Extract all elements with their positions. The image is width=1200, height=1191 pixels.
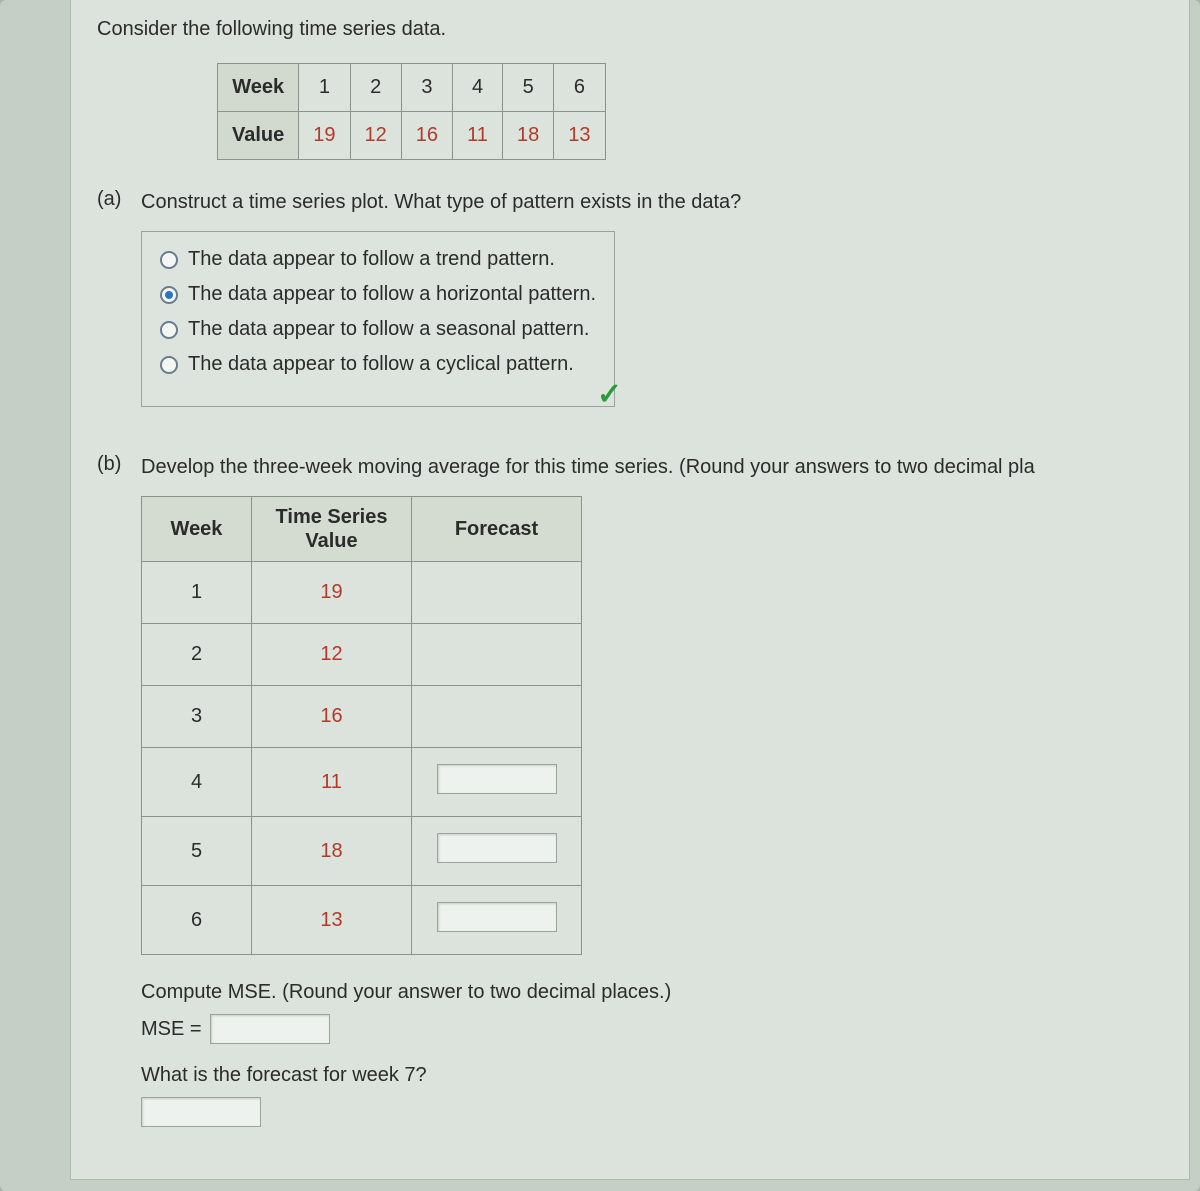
forecast-table: Week Time SeriesValue Forecast 1 19 2 12	[141, 496, 582, 955]
data-table-week-6: 6	[554, 64, 605, 112]
table-row: 2 12	[142, 624, 582, 686]
data-table-row-header-week: Week	[218, 64, 299, 112]
forecast-week: 4	[142, 748, 252, 817]
forecast-week: 6	[142, 886, 252, 955]
forecast-input-week6[interactable]	[437, 902, 557, 932]
data-table: Week 1 2 3 4 5 6 Value 19 12 16 11 18 13	[217, 63, 606, 160]
forecast-header-forecast: Forecast	[412, 497, 582, 562]
data-table-value-3: 16	[401, 112, 452, 160]
forecast-week: 3	[142, 686, 252, 748]
forecast-cell	[412, 748, 582, 817]
data-table-value-2: 12	[350, 112, 401, 160]
forecast-cell	[412, 562, 582, 624]
option-label: The data appear to follow a seasonal pat…	[188, 318, 589, 341]
part-a-label: (a)	[97, 188, 141, 407]
forecast-value: 19	[252, 562, 412, 624]
option-cyclical[interactable]: The data appear to follow a cyclical pat…	[156, 347, 600, 382]
data-table-week-5: 5	[503, 64, 554, 112]
intro-text: Consider the following time series data.	[97, 18, 1169, 41]
forecast-value: 13	[252, 886, 412, 955]
data-table-week-2: 2	[350, 64, 401, 112]
data-table-value-1: 19	[299, 112, 350, 160]
option-seasonal[interactable]: The data appear to follow a seasonal pat…	[156, 312, 600, 347]
data-table-value-6: 13	[554, 112, 605, 160]
part-a: (a) Construct a time series plot. What t…	[97, 188, 1169, 407]
week7-prompt: What is the forecast for week 7?	[141, 1064, 1169, 1087]
forecast-value: 12	[252, 624, 412, 686]
forecast-value: 18	[252, 817, 412, 886]
forecast-week: 5	[142, 817, 252, 886]
radio-icon	[160, 286, 178, 304]
part-b-label: (b)	[97, 453, 141, 1133]
forecast-header-week: Week	[142, 497, 252, 562]
forecast-input-week4[interactable]	[437, 764, 557, 794]
options-box: The data appear to follow a trend patter…	[141, 231, 615, 407]
radio-icon	[160, 321, 178, 339]
week7-input[interactable]	[141, 1097, 261, 1127]
forecast-cell	[412, 886, 582, 955]
forecast-week: 2	[142, 624, 252, 686]
part-a-question: Construct a time series plot. What type …	[141, 188, 1169, 217]
option-trend[interactable]: The data appear to follow a trend patter…	[156, 242, 600, 277]
table-row: 6 13	[142, 886, 582, 955]
forecast-cell	[412, 817, 582, 886]
data-table-value-4: 11	[453, 112, 503, 160]
option-label: The data appear to follow a horizontal p…	[188, 283, 596, 306]
option-label: The data appear to follow a cyclical pat…	[188, 353, 574, 376]
radio-icon	[160, 251, 178, 269]
table-row: 5 18	[142, 817, 582, 886]
radio-icon	[160, 356, 178, 374]
forecast-value: 16	[252, 686, 412, 748]
forecast-cell	[412, 686, 582, 748]
table-row: 4 11	[142, 748, 582, 817]
mse-input[interactable]	[210, 1014, 330, 1044]
forecast-week: 1	[142, 562, 252, 624]
mse-label: MSE =	[141, 1018, 202, 1041]
part-b: (b) Develop the three-week moving averag…	[97, 453, 1169, 1133]
data-table-week-3: 3	[401, 64, 452, 112]
check-icon: ✓	[597, 377, 622, 412]
forecast-input-week5[interactable]	[437, 833, 557, 863]
forecast-value: 11	[252, 748, 412, 817]
data-table-value-5: 18	[503, 112, 554, 160]
option-horizontal[interactable]: The data appear to follow a horizontal p…	[156, 277, 600, 312]
mse-prompt: Compute MSE. (Round your answer to two d…	[141, 981, 1169, 1004]
question-panel: Consider the following time series data.…	[70, 0, 1190, 1180]
data-table-week-1: 1	[299, 64, 350, 112]
data-table-week-4: 4	[453, 64, 503, 112]
part-b-question: Develop the three-week moving average fo…	[141, 453, 1169, 482]
table-row: 3 16	[142, 686, 582, 748]
data-table-row-header-value: Value	[218, 112, 299, 160]
option-label: The data appear to follow a trend patter…	[188, 248, 555, 271]
table-row: 1 19	[142, 562, 582, 624]
screen-background: Consider the following time series data.…	[0, 0, 1200, 1191]
forecast-cell	[412, 624, 582, 686]
forecast-header-ts: Time SeriesValue	[252, 497, 412, 562]
